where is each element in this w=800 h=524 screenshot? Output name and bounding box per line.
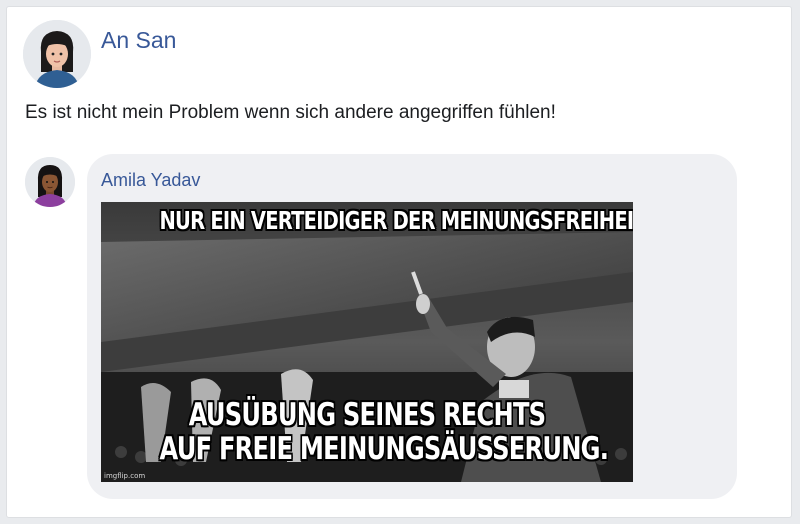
meme-bottom-caption-line-2: AUF FREIE MEINUNGSÄUSSERUNG.	[159, 431, 609, 467]
post-author-avatar[interactable]	[23, 20, 91, 88]
woman-avatar-icon	[23, 20, 91, 88]
meme-bottom-caption: AUSÜBUNG SEINES RECHTS AUF FREIE MEINUNG…	[159, 397, 609, 467]
woman-avatar-icon	[25, 157, 75, 207]
meme-top-caption: NUR EIN VERTEIDIGER DER MEINUNGSFREIHEIT…	[159, 206, 633, 235]
comment-meme-image[interactable]: NUR EIN VERTEIDIGER DER MEINUNGSFREIHEIT…	[101, 202, 633, 482]
meme-bottom-caption-line-1: AUSÜBUNG SEINES RECHTS	[188, 397, 546, 433]
post-card: An San Es ist nicht mein Problem wenn si…	[6, 6, 792, 518]
comment-bubble: Amila Yadav NUR EIN VERTEIDIGER DER MEIN…	[87, 154, 737, 499]
comment-author-name[interactable]: Amila Yadav	[101, 170, 200, 191]
post-author-name[interactable]: An San	[101, 27, 176, 54]
comment-author-avatar[interactable]	[25, 157, 75, 207]
post-body-text: Es ist nicht mein Problem wenn sich ande…	[25, 102, 556, 123]
meme-watermark: imgflip.com	[104, 472, 146, 480]
